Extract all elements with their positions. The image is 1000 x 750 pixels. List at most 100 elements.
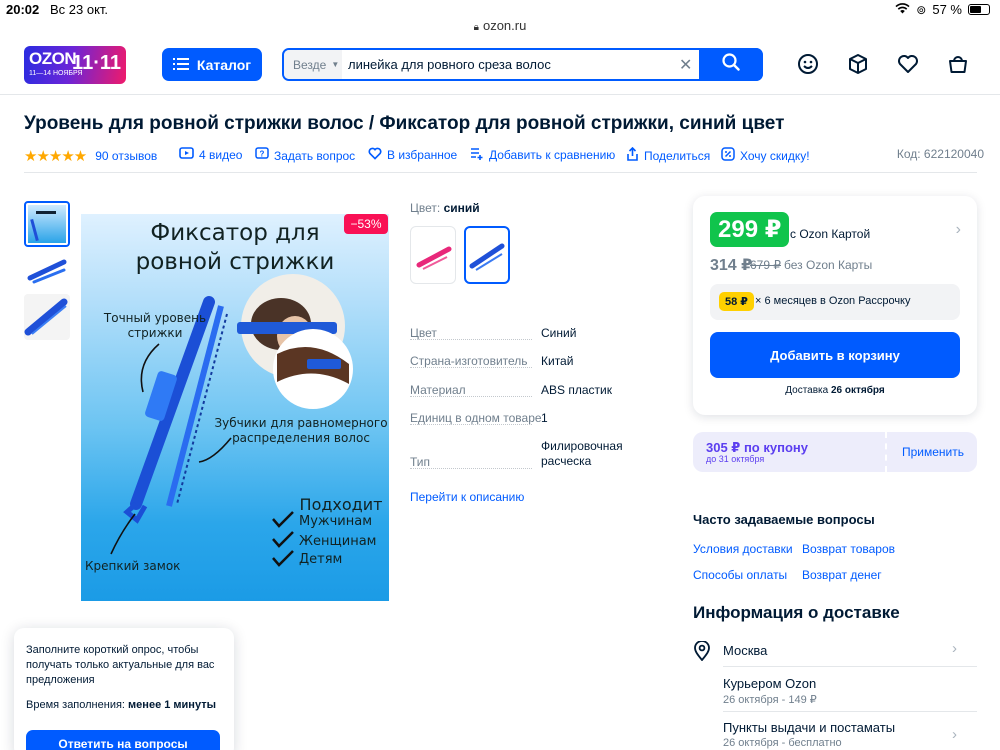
price-card: 299 ₽ с Ozon Картой › 314 ₽ 679 ₽ без Oz… [693,196,977,415]
product-meta-row: ★★★★★ 90 отзывов 4 видео ? Задать вопрос… [24,146,984,165]
want-discount-link[interactable]: Хочу скидку! [721,147,810,164]
chevron-right-icon[interactable]: › [952,640,957,657]
faq-link-payment[interactable]: Способы оплаты [693,568,787,582]
clear-icon[interactable]: ✕ [679,55,692,75]
image-suits-title: Подходит [299,495,383,514]
faq-link-returns[interactable]: Возврат товаров [802,542,895,556]
survey-text: Заполните короткий опрос, чтобы получать… [26,644,215,686]
share-label: Поделиться [644,148,711,163]
search-bar: Везде ▼ ✕ [282,48,763,81]
spec-name: Тип [410,455,431,469]
favorites-label: В избранное [387,148,458,162]
orientation-lock-icon: ⊚ [916,2,927,17]
spec-value: ABS пластик [541,383,612,397]
location-pin-icon [693,640,711,666]
video-icon [179,147,194,162]
rating-stars: ★★★★★ [24,148,87,165]
color-selector-label: Цвет: синий [410,201,480,215]
delivery-option-title[interactable]: Пункты выдачи и постаматы [723,720,895,735]
spec-leader [410,396,532,397]
share-link[interactable]: Поделиться [626,146,711,164]
emoji-icon[interactable] [796,52,820,76]
reviews-count: 90 отзывов [95,149,158,163]
chevron-right-icon[interactable]: › [956,221,961,239]
coupon-separator [885,432,887,472]
faq-link-delivery-terms[interactable]: Условия доставки [693,542,793,556]
add-to-cart-button[interactable]: Добавить в корзину [710,332,960,378]
heart-icon[interactable] [896,52,920,76]
survey-popup: Заполните короткий опрос, чтобы получать… [14,628,234,750]
variant-pink[interactable] [410,226,456,284]
spec-value: Китай [541,354,574,368]
product-main-image[interactable]: Фиксатор для ровной стрижки Точный урове… [81,214,389,601]
delivery-city[interactable]: Москва [723,643,767,658]
thumbnail-1[interactable] [24,201,70,247]
spec-leader [410,339,532,340]
delivery-option-subtitle: 26 октября - 149 ₽ [723,694,817,706]
search-scope-label: Везде [293,57,327,72]
spec-row: Страна-изготовитель Китай [410,354,650,372]
image-feature-2-line-2: распределения волос [232,431,370,445]
coupon-banner: 305 ₽ по купону до 31 октября Применить [693,432,977,472]
thumbnail-2[interactable] [24,248,70,294]
old-price: 679 ₽ [750,258,781,272]
image-feature-1-line-1: Точный уровень [103,311,207,325]
survey-answer-button[interactable]: Ответить на вопросы [26,730,220,750]
battery-level: 57 % [932,2,962,17]
search-scope-select[interactable]: Везде ▼ [284,50,342,79]
faq-link-refund[interactable]: Возврат денег [802,568,882,582]
catalog-label: Каталог [196,56,252,73]
ask-question-label: Задать вопрос [274,148,356,163]
image-feature-2-line-1: Зубчики для равномерного [214,416,388,430]
lock-icon: 🔒︎ [473,22,479,33]
installment-offer[interactable]: 58 ₽ × 6 месяцев в Ozon Рассрочку [710,284,960,320]
caret-down-icon: ▼ [331,60,340,69]
variant-blue[interactable] [464,226,510,284]
spec-leader [410,468,532,469]
color-selected-value: синий [443,201,480,215]
url-bar[interactable]: 🔒︎ ozon.ru [0,18,1000,36]
thumbnail-3[interactable] [24,294,70,340]
share-icon [626,146,639,164]
regular-price: 314 ₽ [710,257,753,274]
chevron-right-icon[interactable]: › [952,726,957,743]
header-divider [0,94,1000,95]
favorites-link[interactable]: В избранное [368,147,457,163]
goto-description-link[interactable]: Перейти к описанию [410,490,524,504]
spec-name: Материал [410,383,466,397]
survey-time-value: менее 1 минуты [128,699,216,711]
thumbnail-image [28,205,66,243]
survey-time-label: Время заполнения: [26,699,125,711]
wifi-icon [895,2,910,17]
image-headline-2: ровной стрижки [135,249,335,275]
bag-icon[interactable] [946,52,970,76]
search-input[interactable] [348,50,668,79]
coupon-apply-button[interactable]: Применить [902,445,964,459]
videos-label: 4 видео [199,147,243,162]
ask-question-link[interactable]: ? Задать вопрос [255,147,355,164]
status-date: Вс 23 окт. [50,2,109,17]
delivery-date: 26 октября [830,385,885,396]
delivery-prefix: Доставка [785,385,829,396]
installment-text: × 6 месяцев в Ozon Рассрочку [755,295,911,307]
delivery-info-title: Информация о доставке [693,603,900,622]
spec-row: Цвет Синий [410,326,650,344]
logo-promo-big: 11·11 [72,52,121,74]
compare-link[interactable]: Добавить к сравнению [470,147,615,163]
ozon-logo[interactable]: OZON 11—14 НОЯБРЯ 11·11 [24,46,126,84]
heart-outline-icon [368,147,382,163]
compare-label: Добавить к сравнению [489,148,616,162]
url-text: ozon.ru [482,18,527,33]
spec-value: Филировочная расческа [541,439,623,468]
videos-link[interactable]: 4 видео [179,147,242,162]
variant-image [416,246,452,270]
product-title: Уровень для ровной стрижки волос / Фикса… [24,113,785,134]
search-button[interactable] [699,48,763,81]
variant-image [469,243,505,271]
reviews-link[interactable]: ★★★★★ 90 отзывов [24,147,157,165]
status-bar: 20:02 Вс 23 окт. ⊚ 57 % [0,0,1000,20]
box-icon[interactable] [846,52,870,76]
spec-name: Цвет [410,326,437,340]
catalog-button[interactable]: Каталог [162,48,262,81]
regular-price-label: без Ozon Карты [784,258,873,272]
